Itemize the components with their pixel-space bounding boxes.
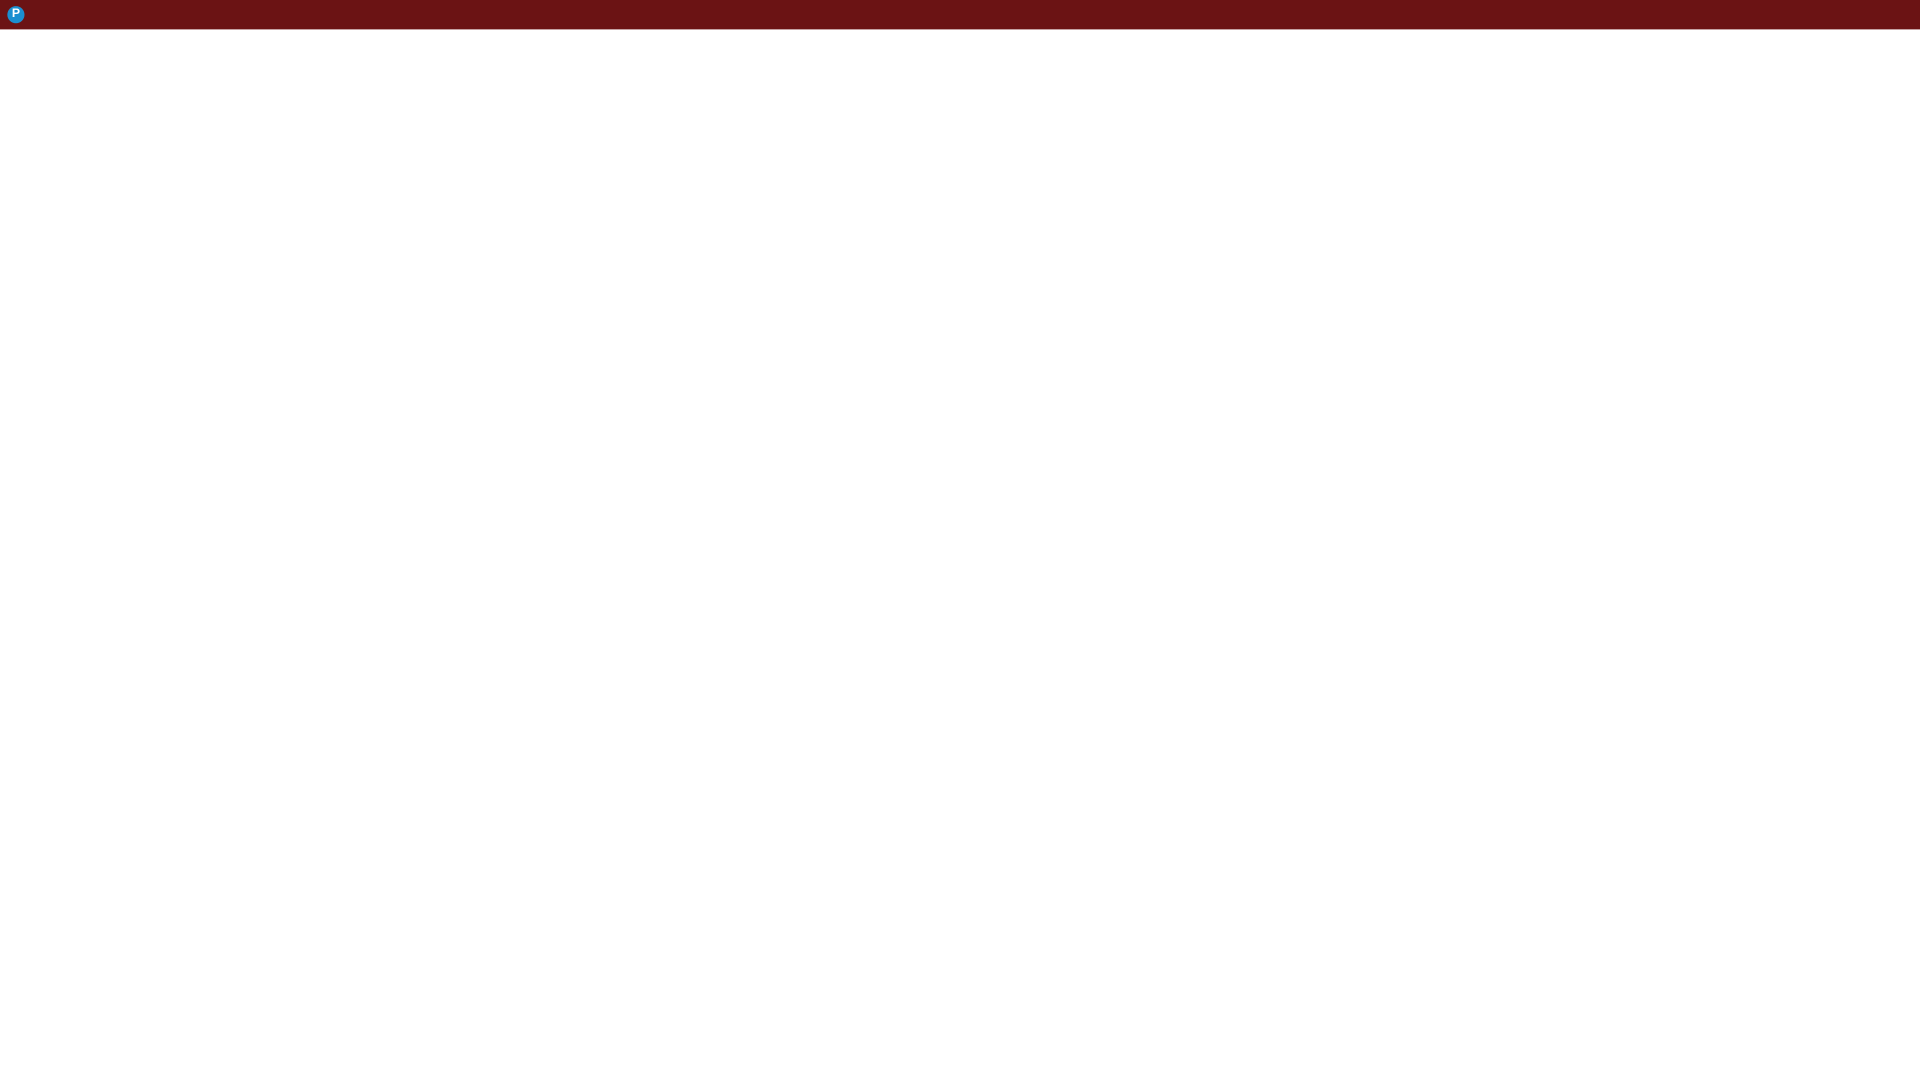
pearson-logo-icon: P (7, 6, 25, 24)
browser-title-bar: P (0, 0, 1920, 30)
restore-button[interactable] (1810, 2, 1859, 26)
